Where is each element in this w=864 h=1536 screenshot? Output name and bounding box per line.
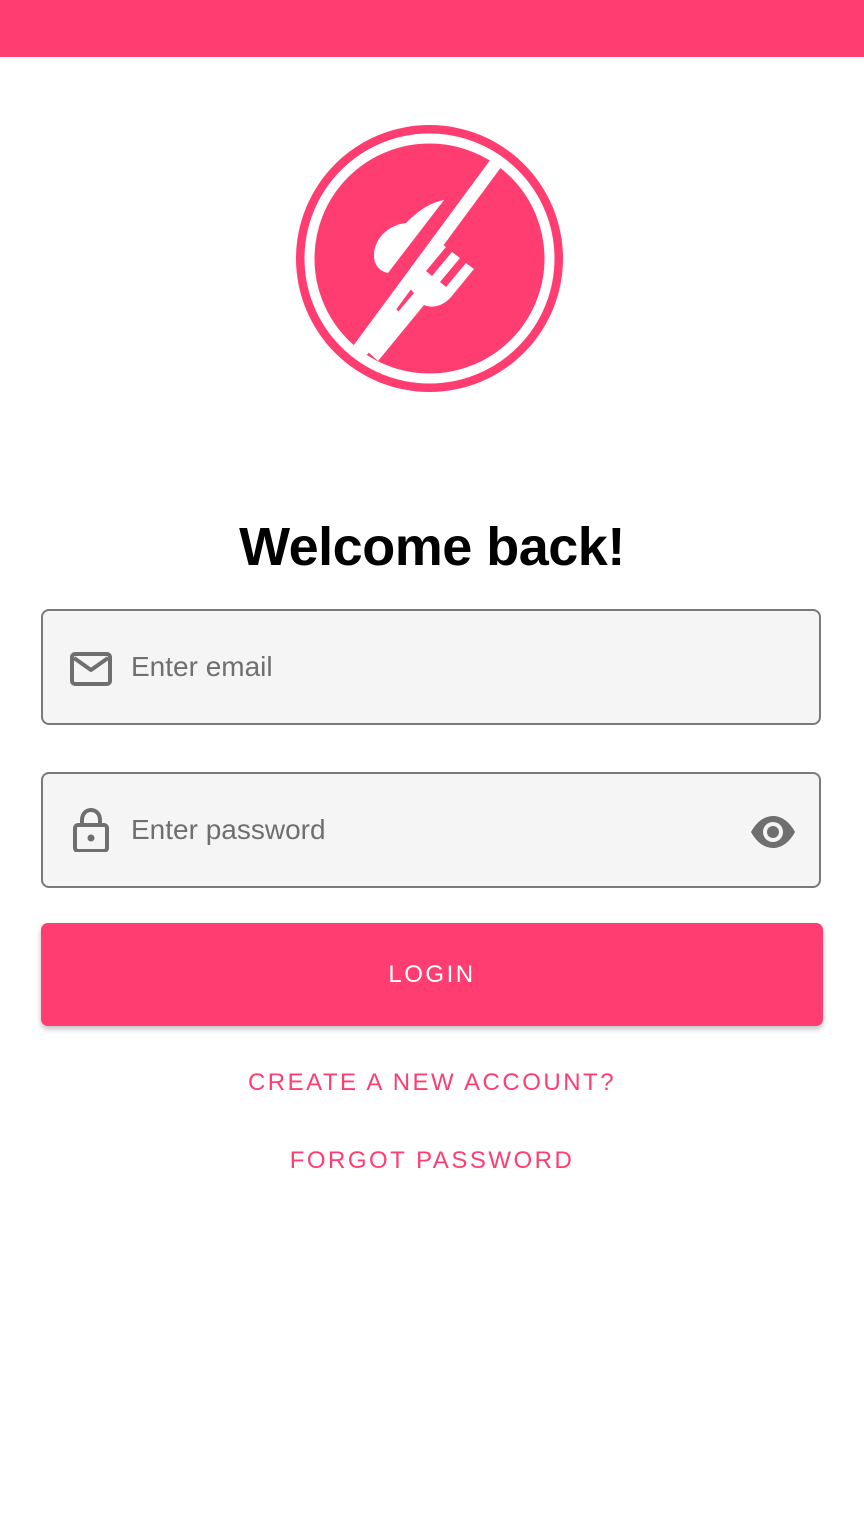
email-input[interactable] — [131, 611, 731, 723]
eye-icon[interactable] — [749, 812, 797, 852]
create-account-link[interactable]: CREATE A NEW ACCOUNT? — [0, 1067, 864, 1099]
password-input[interactable] — [131, 774, 731, 886]
status-bar — [0, 0, 864, 57]
login-screen: Welcome back! LOGIN CREATE A NEW ACCOUNT… — [0, 0, 864, 1536]
email-field[interactable] — [41, 609, 821, 725]
mail-icon — [70, 652, 112, 686]
forgot-password-link[interactable]: FORGOT PASSWORD — [0, 1145, 864, 1177]
welcome-title: Welcome back! — [239, 517, 625, 577]
lock-icon — [73, 808, 109, 852]
login-button[interactable]: LOGIN — [41, 923, 823, 1026]
password-field[interactable] — [41, 772, 821, 888]
app-logo-icon — [296, 125, 563, 392]
